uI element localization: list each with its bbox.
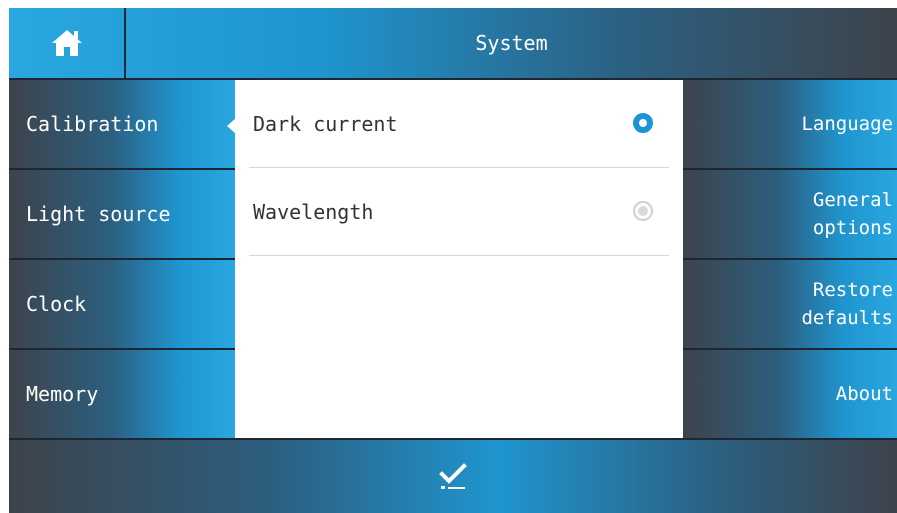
- option-label: Wavelength: [253, 200, 374, 224]
- home-button[interactable]: [9, 8, 126, 78]
- option-wavelength[interactable]: Wavelength: [235, 168, 683, 256]
- menu-item-label: General options: [812, 189, 893, 239]
- confirm-button[interactable]: [423, 452, 483, 502]
- menu-item-label: Memory: [26, 382, 99, 406]
- right-menu: Language General options Restore default…: [683, 80, 897, 440]
- menu-item-label: Light source: [26, 202, 171, 226]
- divider: [249, 255, 669, 256]
- radio-selected-icon[interactable]: [633, 113, 653, 133]
- page-title: System: [475, 31, 548, 55]
- menu-item-clock[interactable]: Clock: [9, 260, 235, 348]
- checkmark-icon: [439, 462, 467, 489]
- radio-unselected-icon[interactable]: [633, 201, 653, 221]
- menu-item-general-options[interactable]: General options: [683, 170, 897, 258]
- menu-item-label: Clock: [26, 292, 87, 316]
- title-bar: System: [9, 8, 897, 78]
- menu-item-calibration[interactable]: Calibration: [9, 80, 236, 168]
- menu-item-language[interactable]: Language: [683, 80, 897, 168]
- menu-item-restore-defaults[interactable]: Restore defaults: [683, 260, 897, 348]
- menu-item-label: Calibration: [26, 112, 159, 136]
- option-label: Dark current: [253, 112, 398, 136]
- menu-item-light-source[interactable]: Light source: [9, 170, 235, 258]
- menu-item-label: Language: [801, 113, 893, 135]
- left-menu: Calibration Light source Clock Memory: [9, 80, 236, 440]
- footer-bar: [9, 440, 897, 513]
- app-window: System Calibration Light source Clock Me…: [9, 8, 897, 513]
- home-icon: [51, 30, 82, 56]
- menu-item-memory[interactable]: Memory: [9, 350, 235, 438]
- menu-item-about[interactable]: About: [683, 350, 897, 438]
- menu-item-label: Restore defaults: [801, 279, 893, 329]
- menu-item-label: About: [835, 383, 893, 405]
- options-panel: Dark current Wavelength: [235, 80, 683, 438]
- option-dark-current[interactable]: Dark current: [235, 80, 683, 168]
